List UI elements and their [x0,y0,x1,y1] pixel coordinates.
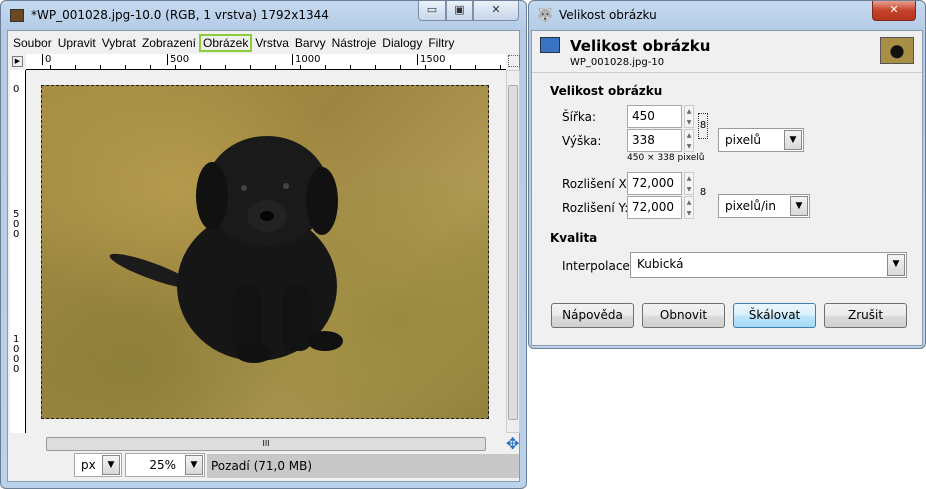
horizontal-ruler[interactable]: 0 500 1000 1500 [26,54,506,70]
scale-tool-icon [540,37,560,53]
maximize-button[interactable]: ▣ [446,1,473,21]
zoom-select[interactable]: 25% ▼ [125,453,205,477]
unit-select[interactable]: px ▼ [74,453,122,477]
cancel-button[interactable]: Zrušit [824,303,907,328]
puppy-photo [41,85,489,419]
dialog-title: Velikost obrázku [559,8,657,22]
res-unit-value: pixelů/in [725,199,776,213]
resx-input[interactable]: 72,000 [627,172,682,195]
resy-input[interactable]: 72,000 [627,196,682,219]
zoom-value: 25% [149,458,176,472]
header-subtitle: WP_001028.jpg-10 [570,57,665,68]
reset-button[interactable]: Obnovit [642,303,725,328]
status-text: Pozadí (71,0 MB) [207,454,519,478]
gimp-image-window: *WP_001028.jpg-10.0 (RGB, 1 vrstva) 1792… [0,0,527,489]
menu-zobrazeni[interactable]: Zobrazení [139,34,199,52]
ruler-label: 5 0 0 [13,209,20,240]
image-canvas[interactable] [26,70,506,433]
ruler-label: 0 [13,84,20,95]
menu-bar: Soubor Upravit Vybrat Zobrazení Obrázek … [8,31,519,54]
horizontal-scrollbar[interactable]: III [46,437,486,451]
size-unit-select[interactable]: pixelů ▼ [718,128,804,152]
minimize-button[interactable]: ▭ [418,1,446,21]
resx-spinner[interactable]: ▲ ▼ [684,172,694,195]
interpolation-select[interactable]: Kubická ▼ [630,252,907,278]
height-input[interactable]: 338 [627,129,682,152]
resy-label: Rozlišení Y: [562,201,629,215]
header-title: Velikost obrázku [570,37,711,55]
resolution-chain-icon[interactable]: 8 [698,181,708,207]
interpolation-label: Interpolace: [562,259,634,273]
resx-label: Rozlišení X: [562,177,631,191]
dialog-header: Velikost obrázku WP_001028.jpg-10 [532,31,922,73]
chevron-down-icon[interactable]: ▼ [185,455,203,475]
resy-spinner[interactable]: ▲ ▼ [684,196,694,219]
chain-link-icon[interactable]: 8 [698,113,708,139]
menu-upravit[interactable]: Upravit [55,34,99,52]
quick-mask-toggle[interactable]: ▶ [12,56,23,67]
ruler-label: 1 0 0 0 [13,334,20,375]
dialog-close-button[interactable]: ✕ [872,1,916,21]
ruler-label: 1000 [292,54,320,65]
menu-vrstva[interactable]: Vrstva [252,34,292,52]
res-unit-select[interactable]: pixelů/in ▼ [718,194,810,218]
navigate-icon[interactable] [508,55,520,67]
window-title: *WP_001028.jpg-10.0 (RGB, 1 vrstva) 1792… [31,8,329,22]
chevron-down-icon[interactable]: ▼ [784,130,802,150]
menu-barvy[interactable]: Barvy [292,34,329,52]
status-bar: px ▼ 25% ▼ Pozadí (71,0 MB) [8,453,519,481]
width-input[interactable]: 450 [627,105,682,128]
size-unit-value: pixelů [725,133,762,147]
menu-dialogy[interactable]: Dialogy [379,34,425,52]
unit-value: px [81,458,96,472]
interpolation-value: Kubická [637,257,684,271]
gimp-image-icon [10,9,24,22]
scale-image-dialog: 🐺 Velikost obrázku ✕ Velikost obrázku WP… [528,0,926,349]
vertical-ruler[interactable]: 0 5 0 0 1 0 0 0 [10,70,26,433]
width-spinner[interactable]: ▲ ▼ [684,105,694,128]
ruler-label: 1500 [417,54,445,65]
help-button[interactable]: Nápověda [551,303,634,328]
ruler-label: 500 [167,54,189,65]
menu-filtry[interactable]: Filtry [425,34,457,52]
chevron-down-icon[interactable]: ▼ [790,196,808,216]
gimp-icon: 🐺 [537,8,554,23]
move-navigation-icon[interactable]: ✥ [506,434,519,453]
menu-soubor[interactable]: Soubor [10,34,55,52]
section-size-title: Velikost obrázku [550,84,663,98]
height-spinner[interactable]: ▲ ▼ [684,129,694,152]
section-quality-title: Kvalita [550,231,598,245]
image-thumbnail [880,37,914,64]
menu-obrazek[interactable]: Obrázek [199,33,253,52]
vertical-scrollbar[interactable] [506,70,520,433]
height-label: Výška: [562,134,602,148]
chevron-down-icon[interactable]: ▼ [102,455,120,475]
size-note: 450 × 338 pixelů [627,153,705,163]
scale-button[interactable]: Škálovat [733,303,816,328]
close-button[interactable]: ✕ [473,1,519,21]
menu-vybrat[interactable]: Vybrat [99,34,139,52]
menu-nastroje[interactable]: Nástroje [329,34,380,52]
width-label: Šířka: [562,110,597,124]
chevron-down-icon[interactable]: ▼ [887,254,905,276]
ruler-label: 0 [42,54,51,65]
